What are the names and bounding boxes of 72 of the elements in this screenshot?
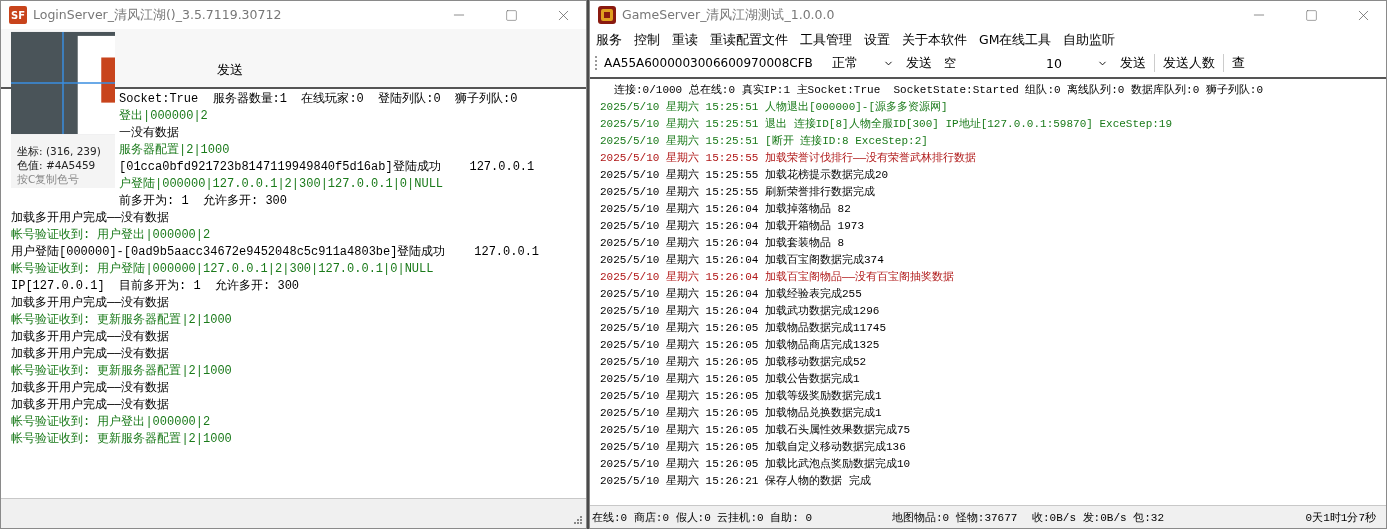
log-line: 加载多开用户完成——没有数据: [11, 295, 170, 312]
menu-item[interactable]: 自助监听: [1063, 31, 1116, 49]
log-line: 2025/5/10 星期六 15:25:51 人物退出[000000]-[源多多资源网]: [600, 100, 948, 115]
log-line: 2025/5/10 星期六 15:26:05 加载比武泡点奖励数据完成10: [600, 457, 911, 472]
menu-item[interactable]: 设置: [864, 31, 890, 49]
menu-item[interactable]: 控制: [634, 31, 660, 49]
log-line: 加载多开用户完成——没有数据: [11, 380, 170, 397]
status-text: 收:0B/s 发:0B/s 包:32: [1031, 510, 1166, 525]
coordinates-label: 坐标: (316, 239): [16, 145, 102, 158]
log-line: 2025/5/10 星期六 15:26:05 加载自定义移动数据完成136: [600, 440, 906, 455]
log-line: 2025/5/10 星期六 15:26:05 加载物品兑换数据完成1: [600, 406, 882, 421]
window-title: LoginServer_清风江湖()_3.5.7119.30712: [33, 6, 283, 24]
log-line: 2025/5/10 星期六 15:26:05 加载物品数据完成11745: [600, 321, 887, 336]
log-line: 2025/5/10 星期六 15:26:04 加载套装物品 8: [600, 236, 845, 251]
log-line: Socket:True 服务器数量:1 在线玩家:0 登陆列队:0 狮子列队:0: [119, 91, 518, 108]
log-line: 2025/5/10 星期六 15:25:55 刷新荣誉排行数据完成: [600, 185, 876, 200]
window-title: GameServer_清风江湖测试_1.0.0.0: [622, 6, 836, 24]
log-line: 2025/5/10 星期六 15:26:21 保存人物的数据 完成: [600, 474, 871, 489]
toolbar-grip-icon[interactable]: [594, 54, 598, 72]
log-line: 加载多开用户完成——没有数据: [11, 210, 170, 227]
log-line: 帐号验证收到: 更新服务器配置|2|1000: [11, 312, 232, 329]
copy-hint: 按C复制色号: [16, 173, 81, 186]
color-value-label: 色值: #4A5459: [16, 159, 97, 172]
log-line: 用户登陆[000000]-[0ad9b5aacc34672e9452048c5c911a4803be]登陆成功 127.0.0.1: [11, 244, 540, 261]
log-line: 前多开为: 1 允许多开: 300: [119, 193, 287, 210]
log-line: 2025/5/10 星期六 15:26:04 加载开箱物品 1973: [600, 219, 865, 234]
log-line: 2025/5/10 星期六 15:26:04 加载百宝阁数据完成374: [600, 253, 884, 268]
log-line: [01cca0bfd921723b8147119949840f5d16ab]登陆成功 127.0.0.1: [119, 159, 535, 176]
log-line: 帐号验证收到: 用户登出|000000|2: [11, 227, 211, 244]
log-line: 2025/5/10 星期六 15:26:05 加载石头属性效果数据完成75: [600, 423, 911, 438]
connection-status-line: 连接:0/1000 总在线:0 真实IP:1 主Socket:True SocketState:Started 组队:0 离线队列:0 数据库队列:0 狮子列队:0: [613, 83, 1264, 98]
menu-item[interactable]: 重读配置文件: [710, 31, 788, 49]
log-line: 2025/5/10 星期六 15:26:04 加载百宝阁物品——没有百宝阁抽奖数据: [600, 270, 955, 285]
log-line: 2025/5/10 星期六 15:26:05 加载等级奖励数据完成1: [600, 389, 882, 404]
menu-item[interactable]: 重读: [672, 31, 698, 49]
log-line: 2025/5/10 星期六 15:26:04 加载武功数据完成1296: [600, 304, 880, 319]
log-line: 登出|000000|2: [119, 108, 208, 125]
log-line: 2025/5/10 星期六 15:25:51 [断开 连接ID:8 ExceStep:2]: [600, 134, 928, 149]
app-logo: SF: [9, 6, 27, 24]
log-line: 加载多开用户完成——没有数据: [11, 346, 170, 363]
resize-grip-icon[interactable]: [573, 515, 583, 525]
log-line: 2025/5/10 星期六 15:26:05 加载公告数据完成1: [600, 372, 860, 387]
app-logo-icon: [598, 6, 616, 24]
menu-item[interactable]: 关于本软件: [902, 31, 967, 49]
send-count-button[interactable]: 发送人数: [1157, 52, 1221, 74]
send-button[interactable]: 发送: [1114, 52, 1152, 74]
log-line: 帐号验证收到: 用户登陆|000000|127.0.0.1|2|300|127.0.0.1|0|NULL: [11, 261, 434, 278]
menu-item[interactable]: 服务: [596, 31, 622, 49]
log-line: IP[127.0.0.1] 目前多开为: 1 允许多开: 300: [11, 278, 300, 295]
log-line: 2025/5/10 星期六 15:26:04 加载掉落物品 82: [600, 202, 851, 217]
log-line: 2025/5/10 星期六 15:26:05 加载物品商店完成1325: [600, 338, 880, 353]
log-line: 加载多开用户完成——没有数据: [11, 329, 170, 346]
log-line: 服务器配置|2|1000: [119, 142, 230, 159]
log-line: 户登陆|000000|127.0.0.1|2|300|127.0.0.1|0|NULL: [119, 176, 444, 193]
log-line: 帐号验证收到: 更新服务器配置|2|1000: [11, 431, 232, 448]
log-line: 加载多开用户完成——没有数据: [11, 397, 170, 414]
log-line: 帐号验证收到: 更新服务器配置|2|1000: [11, 363, 232, 380]
log-line: 帐号验证收到: 用户登出|000000|2: [11, 414, 211, 431]
status-text: 0天1时1分7秒: [1304, 510, 1377, 525]
log-line: 2025/5/10 星期六 15:26:05 加载移动数据完成52: [600, 355, 867, 370]
send-button[interactable]: 发送: [211, 60, 249, 81]
menu-item[interactable]: 工具管理: [800, 31, 852, 49]
menu-item[interactable]: GM在线工具: [979, 31, 1052, 49]
log-line: 2025/5/10 星期六 15:25:51 退出 连接ID[8]人物全服ID[300] IP地址[127.0.0.1:59870] ExceStep:19: [600, 117, 1173, 132]
log-line: 2025/5/10 星期六 15:25:55 加载荣誉讨伐排行——没有荣誉武林排行数据: [600, 151, 977, 166]
send-button[interactable]: 发送: [900, 52, 938, 74]
log-line: 2025/5/10 星期六 15:25:55 加载花榜提示数据完成20: [600, 168, 889, 183]
status-text: 地图物品:0 怪物:37677: [891, 510, 1019, 525]
log-line: 一没有数据: [119, 125, 179, 142]
log-line: 2025/5/10 星期六 15:26:04 加载经验表完成255: [600, 287, 862, 302]
query-button[interactable]: 查: [1226, 52, 1251, 74]
status-text: 在线:0 商店:0 假人:0 云挂机:0 自助: 0: [591, 510, 814, 525]
